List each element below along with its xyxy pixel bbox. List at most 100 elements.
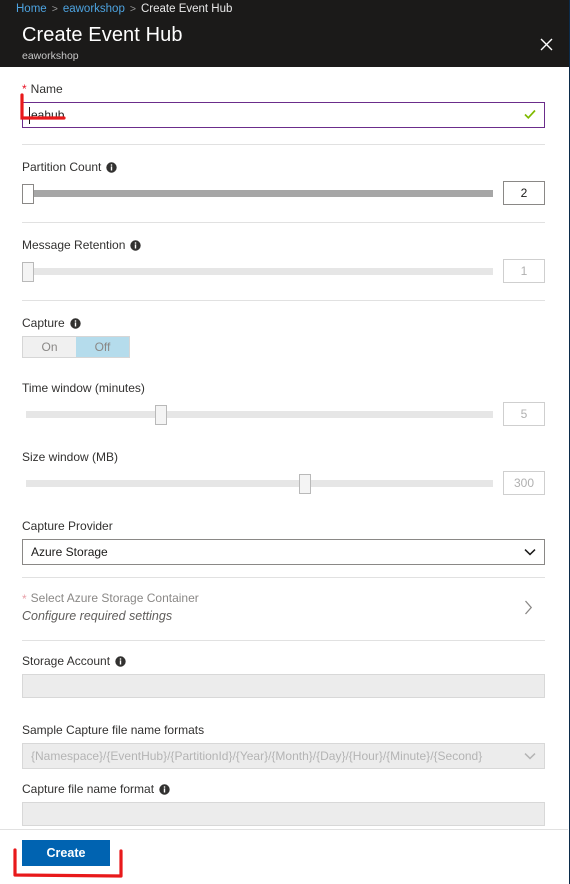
chevron-down-glyph [524,753,536,760]
time-window-label-row: Time window (minutes) [22,380,569,396]
slider-thumb[interactable] [22,184,34,204]
info-icon[interactable] [70,317,81,329]
capture-file-name-format-input [22,802,545,826]
time-window-slider [22,401,497,427]
chevron-down-glyph [524,549,536,556]
required-marker: * [22,591,27,606]
partition-count-slider[interactable] [22,180,497,206]
chevron-right-icon [524,600,545,615]
capture-provider-label: Capture Provider [22,519,113,533]
storage-container-picker[interactable]: * Select Azure Storage Container Configu… [22,584,545,629]
info-glyph [106,161,118,173]
page-subtitle: eaworkshop [22,50,79,62]
close-icon[interactable] [531,29,561,59]
azure-create-event-hub-blade: Home > eaworkshop > Create Event Hub Cre… [0,0,570,884]
text-caret [29,107,30,124]
slider-track [26,480,493,487]
name-input[interactable]: eahub [22,102,545,128]
partition-count-value[interactable]: 2 [503,181,545,205]
slider-track [26,268,493,275]
capture-file-name-format-label-row: Capture file name format [22,781,569,797]
breadcrumb-item-current: Create Event Hub [140,3,233,15]
partition-count-label: Partition Count [22,160,102,174]
field-name: * Name eahub [22,67,569,145]
info-glyph [70,317,81,329]
form-body: * Name eahub Partition Count 2 Message R… [0,67,569,826]
size-window-value: 300 [503,471,545,495]
partition-count-label-row: Partition Count [22,159,569,175]
message-retention-label-row: Message Retention [22,237,569,253]
create-button[interactable]: Create [22,840,110,866]
breadcrumb: Home > eaworkshop > Create Event Hub [0,0,569,18]
storage-account-label: Storage Account [22,654,111,668]
time-window-slider-row: 5 [22,401,545,427]
capture-label: Capture [22,316,65,330]
field-partition-count: Partition Count 2 [22,145,569,223]
sample-formats-select: {Namespace}/{EventHub}/{PartitionId}/{Ye… [22,743,545,769]
capture-provider-label-row: Capture Provider [22,518,569,534]
chevron-down-icon [524,752,536,760]
capture-provider-select[interactable]: Azure Storage [22,539,545,565]
storage-account-input [22,674,545,698]
required-marker: * [22,82,27,96]
field-size-window: Size window (MB) 300 [22,427,569,496]
field-sample-formats: Sample Capture file name formats {Namesp… [22,698,569,769]
sample-formats-value: {Namespace}/{EventHub}/{PartitionId}/{Ye… [31,749,483,763]
slider-thumb [155,405,167,425]
size-window-slider-row: 300 [22,470,545,496]
capture-file-name-format-label: Capture file name format [22,782,155,796]
time-window-label: Time window (minutes) [22,381,145,395]
field-storage-container: * Select Azure Storage Container Configu… [22,578,569,641]
capture-toggle[interactable]: On Off [22,336,130,358]
field-capture: Capture On Off [22,301,569,358]
capture-provider-value: Azure Storage [31,545,108,559]
breadcrumb-item-home[interactable]: Home [16,3,47,15]
field-time-window: Time window (minutes) 5 [22,358,569,427]
message-retention-slider-row: 1 [22,258,545,284]
info-icon[interactable] [115,655,126,667]
blade-header: Create Event Hub eaworkshop [0,18,569,67]
check-glyph [524,109,536,120]
size-window-label: Size window (MB) [22,450,119,464]
info-glyph [115,655,126,667]
page-title: Create Event Hub [22,24,183,46]
breadcrumb-separator: > [51,3,58,15]
info-icon[interactable] [159,783,170,795]
close-glyph [540,38,552,50]
storage-account-label-row: Storage Account [22,653,569,669]
field-capture-provider: Capture Provider Azure Storage [22,496,569,578]
message-retention-value: 1 [503,259,545,283]
sample-formats-label-row: Sample Capture file name formats [22,722,569,738]
storage-container-label: Select Azure Storage Container [30,591,199,605]
partition-count-slider-row: 2 [22,180,545,206]
field-message-retention: Message Retention 1 [22,223,569,301]
message-retention-slider [22,258,497,284]
info-icon[interactable] [130,239,142,251]
storage-container-texts: * Select Azure Storage Container Configu… [22,590,524,625]
check-icon [523,107,537,126]
message-retention-label: Message Retention [22,238,126,252]
info-glyph [159,783,170,795]
name-label: Name [30,82,63,96]
time-window-value: 5 [503,402,545,426]
capture-toggle-option-on[interactable]: On [23,337,76,357]
blade-footer: Create [0,829,568,884]
slider-thumb [22,262,34,282]
slider-thumb [299,474,311,494]
storage-container-label-row: * Select Azure Storage Container [22,590,524,607]
chevron-down-icon [524,548,536,556]
sample-formats-label: Sample Capture file name formats [22,723,205,737]
field-storage-account: Storage Account [22,641,569,698]
size-window-slider [22,470,497,496]
breadcrumb-item-eaworkshop[interactable]: eaworkshop [63,3,125,15]
slider-track [26,411,493,418]
info-glyph [130,239,142,251]
field-capture-file-name-format: Capture file name format [22,769,569,826]
capture-label-row: Capture [22,315,569,331]
info-icon[interactable] [106,161,118,173]
capture-toggle-option-off[interactable]: Off [76,337,129,357]
slider-track [26,190,493,197]
name-label-row: * Name [22,81,569,97]
storage-container-sublabel: Configure required settings [22,609,173,623]
chevron-right-glyph [525,600,533,615]
